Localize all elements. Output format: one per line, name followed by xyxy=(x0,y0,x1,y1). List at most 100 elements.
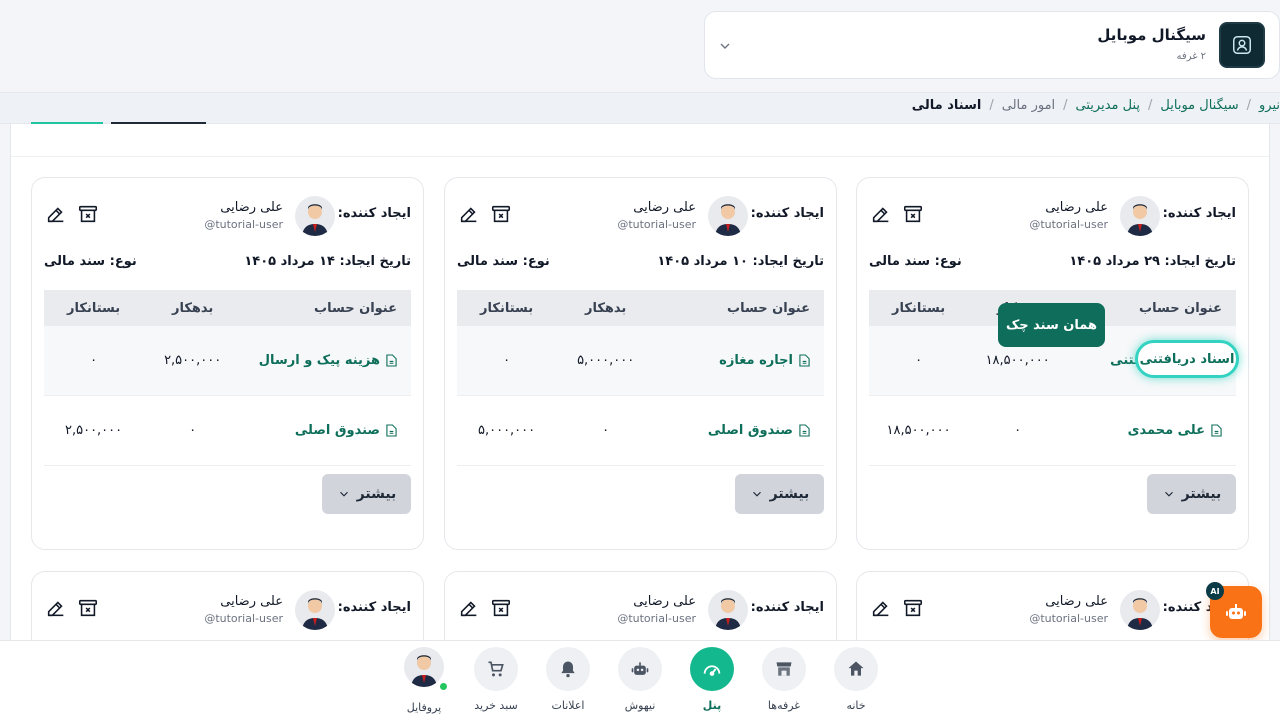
edit-icon[interactable] xyxy=(869,202,893,226)
more-button[interactable]: بیشتر xyxy=(735,474,824,514)
account-cell[interactable]: صندوق اصلی xyxy=(242,423,411,438)
avatar xyxy=(404,647,444,687)
archive-icon[interactable] xyxy=(901,596,925,620)
bottom-nav: خانه غرفه‌ها پنل نیهوش اعلانات سبد خرید xyxy=(0,640,1280,720)
more-button[interactable]: بیشتر xyxy=(1147,474,1236,514)
breadcrumb-item-panel[interactable]: پنل مدیریتی xyxy=(1076,98,1140,113)
edit-icon[interactable] xyxy=(44,596,68,620)
file-icon xyxy=(386,424,397,437)
edit-icon[interactable] xyxy=(457,596,481,620)
archive-icon[interactable] xyxy=(489,596,513,620)
breadcrumb-separator: / xyxy=(1148,98,1153,113)
user-name: علی رضایی xyxy=(220,594,283,609)
online-status-dot xyxy=(440,683,447,690)
document-card: ایجاد کننده: علی رضایی @tutorial-user xyxy=(856,571,1249,651)
breadcrumb-item-store[interactable]: سیگنال موبایل xyxy=(1160,98,1238,113)
breadcrumb: نیرو / سیگنال موبایل / پنل مدیریتی / امو… xyxy=(912,98,1280,113)
debit-value: ۰ xyxy=(602,423,610,438)
account-cell[interactable]: اجاره مغازه xyxy=(655,353,824,368)
nav-cart-circle xyxy=(474,647,518,691)
cart-icon xyxy=(488,661,504,677)
user-name: علی رضایی xyxy=(633,200,696,215)
card-header: ایجاد کننده: علی رضایی @tutorial-user xyxy=(457,196,824,242)
nav-ai[interactable]: نیهوش xyxy=(604,647,676,717)
nav-stores-label: غرفه‌ها xyxy=(767,699,801,712)
card-header: ایجاد کننده: علی رضایی @tutorial-user xyxy=(869,590,1236,636)
creator-label: ایجاد کننده: xyxy=(1162,206,1236,221)
created-date: تاریخ ایجاد: ۱۴ مرداد ۱۴۰۵ xyxy=(244,254,411,269)
nav-profile[interactable]: پروفایل xyxy=(388,647,460,717)
edit-icon[interactable] xyxy=(457,202,481,226)
credit-value: ۰ xyxy=(915,353,923,368)
table-row: اجاره مغازه ۵,۰۰۰,۰۰۰ ۰ xyxy=(457,326,824,396)
account-cell[interactable]: هزینه پیک و ارسال xyxy=(242,353,411,368)
account-link[interactable]: صندوق اصلی xyxy=(708,423,793,438)
nav-notifications-circle xyxy=(546,647,590,691)
more-button-label: بیشتر xyxy=(769,486,810,502)
nav-stores[interactable]: غرفه‌ها xyxy=(748,647,820,717)
nav-cart[interactable]: سبد خرید xyxy=(460,647,532,717)
robot-icon xyxy=(1226,604,1246,619)
more-button[interactable]: بیشتر xyxy=(322,474,411,514)
chevron-down-icon xyxy=(752,491,761,497)
archive-icon[interactable] xyxy=(901,202,925,226)
chevron-down-icon[interactable] xyxy=(717,38,733,54)
breadcrumb-separator: / xyxy=(989,98,994,113)
file-icon xyxy=(386,354,397,367)
user-handle: @tutorial-user xyxy=(204,612,283,625)
breadcrumb-item-home[interactable]: نیرو xyxy=(1259,98,1280,113)
user-square-icon xyxy=(1233,36,1251,54)
nav-home-label: خانه xyxy=(846,699,866,712)
nav-panel-label: پنل xyxy=(702,699,722,712)
ai-assistant-button[interactable]: AI xyxy=(1206,582,1262,638)
store-logo xyxy=(1219,22,1265,68)
edit-icon[interactable] xyxy=(44,202,68,226)
breadcrumb-separator: / xyxy=(1246,98,1251,113)
archive-icon[interactable] xyxy=(76,596,100,620)
store-selector[interactable]: سیگنال موبایل ۲ غرفه xyxy=(704,11,1280,79)
debit-value: ۰ xyxy=(189,423,197,438)
bell-icon xyxy=(561,661,575,678)
nav-home[interactable]: خانه xyxy=(820,647,892,717)
column-credit: بستانکار xyxy=(480,300,534,316)
column-credit: بستانکار xyxy=(67,300,121,316)
user-handle: @tutorial-user xyxy=(1029,612,1108,625)
tutorial-highlight-account[interactable]: اسناد دریافتنی xyxy=(1135,340,1239,378)
avatar xyxy=(295,196,335,236)
avatar xyxy=(1120,196,1160,236)
account-link[interactable]: اجاره مغازه xyxy=(719,353,793,368)
account-cell[interactable]: صندوق اصلی xyxy=(655,423,824,438)
user-name: علی رضایی xyxy=(1045,200,1108,215)
accounts-table: عنوان حساب بدهکار بستانکار اجاره مغازه ۵… xyxy=(457,290,824,466)
nav-panel[interactable]: پنل xyxy=(676,647,748,717)
creator-label: ایجاد کننده: xyxy=(337,206,411,221)
user-handle: @tutorial-user xyxy=(617,218,696,231)
table-header: عنوان حساب بدهکار بستانکار xyxy=(457,290,824,326)
dashboard-gauge-icon xyxy=(703,665,721,676)
column-debit: بدهکار xyxy=(584,300,627,316)
store-icon xyxy=(776,662,792,676)
column-account: عنوان حساب xyxy=(314,300,397,316)
archive-icon[interactable] xyxy=(489,202,513,226)
creator-label: ایجاد کننده: xyxy=(337,600,411,615)
account-link[interactable]: علی محمدی xyxy=(1128,423,1205,438)
more-button-label: بیشتر xyxy=(1181,486,1222,502)
chevron-down-icon xyxy=(339,491,348,497)
nav-panel-circle xyxy=(690,647,734,691)
card-header: ایجاد کننده: علی رضایی @tutorial-user xyxy=(44,196,411,242)
credit-value: ۲,۵۰۰,۰۰۰ xyxy=(64,423,123,438)
column-debit: بدهکار xyxy=(171,300,214,316)
breadcrumb-bar: نیرو / سیگنال موبایل / پنل مدیریتی / امو… xyxy=(0,92,1280,124)
file-icon xyxy=(1211,424,1222,437)
breadcrumb-separator: / xyxy=(1063,98,1068,113)
table-row: هزینه پیک و ارسال ۲,۵۰۰,۰۰۰ ۰ xyxy=(44,326,411,396)
avatar xyxy=(295,590,335,630)
account-link[interactable]: صندوق اصلی xyxy=(295,423,380,438)
nav-notifications[interactable]: اعلانات xyxy=(532,647,604,717)
creator-label: ایجاد کننده: xyxy=(750,600,824,615)
account-cell[interactable]: علی محمدی xyxy=(1067,423,1236,438)
edit-icon[interactable] xyxy=(869,596,893,620)
avatar xyxy=(708,196,748,236)
account-link[interactable]: هزینه پیک و ارسال xyxy=(259,353,380,368)
archive-icon[interactable] xyxy=(76,202,100,226)
